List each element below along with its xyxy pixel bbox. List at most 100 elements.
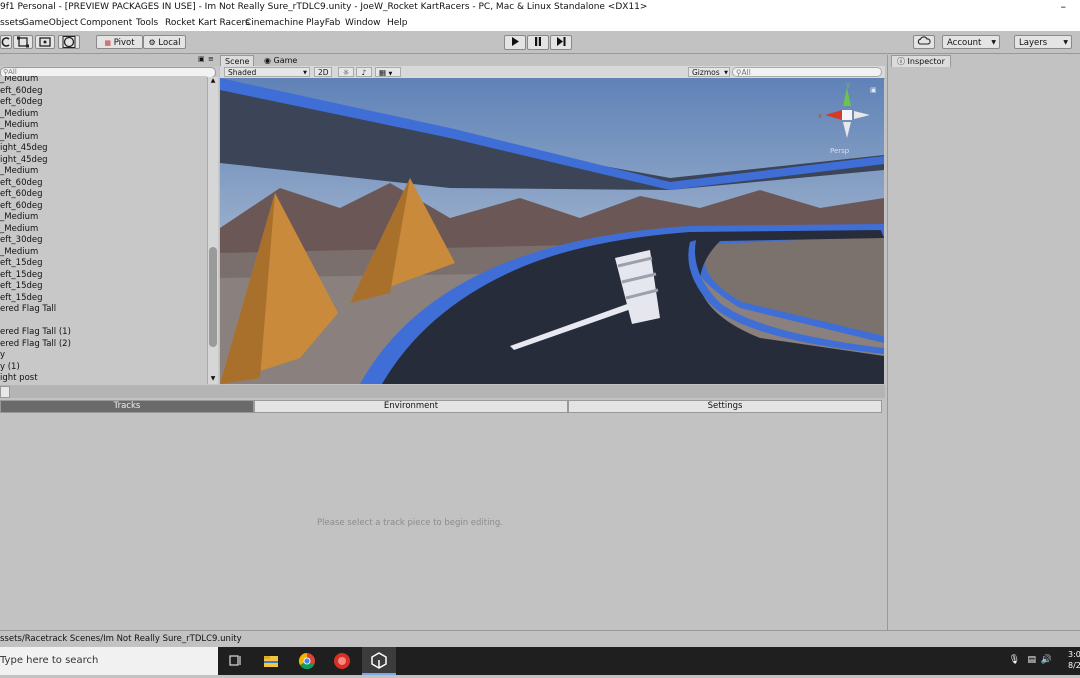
hierarchy-item[interactable]: _Medium	[0, 132, 38, 144]
hierarchy-item[interactable]: eft_60deg	[0, 201, 43, 213]
scale-tool-icon[interactable]	[13, 35, 33, 49]
hierarchy-item[interactable]: _Medium	[0, 247, 38, 259]
svg-text:x: x	[818, 112, 822, 120]
lighting-icon[interactable]: ☼	[338, 67, 354, 77]
microphone-icon[interactable]: 🎙	[1009, 655, 1020, 665]
menu-assets[interactable]: ssets	[0, 18, 23, 28]
hierarchy-panel: ▣ ≡ ⚲All _Medium eft_60deg eft_60deg _Mediu…	[0, 55, 219, 385]
hierarchy-item[interactable]: ight_45deg	[0, 155, 48, 167]
menu-cinemachine[interactable]: Cinemachine	[245, 18, 304, 28]
local-icon: ⚙	[148, 38, 156, 47]
pivot-icon: ▦	[104, 39, 112, 47]
hierarchy-item[interactable]: y	[0, 350, 5, 362]
hierarchy-item[interactable]: _Medium	[0, 76, 38, 86]
game-icon: ◉	[264, 56, 271, 65]
gizmos-dropdown[interactable]: Gizmos ▼	[688, 67, 730, 77]
shading-dropdown[interactable]: Shaded ▼	[224, 67, 310, 77]
effects-dropdown[interactable]: ▦ ▼	[375, 67, 401, 77]
panel-splitter[interactable]	[0, 385, 885, 398]
inspector-panel: ⓘ Inspector	[887, 55, 1080, 630]
window-title: 9f1 Personal - [PREVIEW PACKAGES IN USE]…	[0, 2, 648, 12]
gizmo-lock-icon[interactable]: ▣	[870, 86, 877, 94]
hierarchy-list: _Medium eft_60deg eft_60deg _Medium _Medium _…	[0, 76, 207, 384]
shading-label: Shaded	[228, 68, 257, 77]
clock-date[interactable]: 8/2	[1068, 661, 1080, 670]
network-icon[interactable]: ▤	[1027, 655, 1036, 665]
hierarchy-item[interactable]: ight_45deg	[0, 143, 48, 155]
tab-environment[interactable]: Environment	[254, 400, 568, 413]
hierarchy-item[interactable]: ered Flag Tall	[0, 304, 56, 316]
scroll-down-icon[interactable]: ▼	[208, 375, 218, 384]
pivot-toggle[interactable]: ▦ Pivot	[96, 35, 143, 49]
menu-window[interactable]: Window	[345, 18, 381, 28]
hierarchy-item[interactable]: ight post	[0, 373, 38, 384]
layers-dropdown[interactable]: Layers ▼	[1014, 35, 1072, 49]
chevron-down-icon: ▼	[724, 70, 728, 76]
scrollbar-thumb[interactable]	[209, 247, 217, 347]
tab-tracks[interactable]: Tracks	[0, 400, 254, 413]
hierarchy-item[interactable]: eft_60deg	[0, 97, 43, 109]
chevron-down-icon: ▼	[1063, 39, 1068, 46]
chrome-icon[interactable]	[290, 647, 324, 675]
hierarchy-item[interactable]: _Medium	[0, 109, 38, 121]
hierarchy-item[interactable]: eft_60deg	[0, 189, 43, 201]
scroll-up-icon[interactable]: ▲	[208, 77, 218, 86]
scene-render: x y ▣	[220, 78, 884, 384]
hierarchy-item[interactable]: _Medium	[0, 120, 38, 132]
hierarchy-scrollbar[interactable]: ▲ ▼	[207, 77, 218, 384]
hierarchy-item[interactable]: eft_30deg	[0, 235, 43, 247]
tab-inspector[interactable]: ⓘ Inspector	[891, 55, 951, 67]
browser-icon[interactable]	[326, 647, 360, 675]
tab-settings[interactable]: Settings	[568, 400, 882, 413]
empty-state-message: Please select a track piece to begin edi…	[317, 518, 503, 528]
task-view-icon[interactable]	[218, 647, 252, 675]
hierarchy-item[interactable]: _Medium	[0, 212, 38, 224]
minimize-button[interactable]: –	[1061, 0, 1067, 13]
local-toggle[interactable]: ⚙ Local	[143, 35, 186, 49]
rotate-tool-icon[interactable]	[0, 35, 12, 49]
hierarchy-item[interactable]: y (1)	[0, 362, 20, 374]
hierarchy-item[interactable]: ered Flag Tall (2)	[0, 339, 71, 351]
unity-icon[interactable]	[362, 647, 396, 675]
toggle-2d-button[interactable]: 2D	[314, 67, 332, 77]
menu-rocket-kart-racers[interactable]: Rocket Kart Racers	[165, 18, 250, 28]
menu-help[interactable]: Help	[387, 18, 408, 28]
chevron-down-icon: ▼	[303, 70, 307, 76]
menu-gameobject[interactable]: GameObject	[22, 18, 78, 28]
account-dropdown[interactable]: Account ▼	[942, 35, 1000, 49]
hierarchy-item[interactable]: eft_60deg	[0, 86, 43, 98]
hierarchy-item[interactable]: eft_15deg	[0, 258, 43, 270]
cloud-icon[interactable]	[913, 35, 935, 49]
taskbar: Type here to search 🎙 ▤ 🔊 3:0 8/2	[0, 647, 1080, 675]
panel-menu-icon[interactable]: ≡	[208, 55, 214, 63]
projection-label[interactable]: Persp	[830, 147, 849, 155]
menu-tools[interactable]: Tools	[136, 18, 158, 28]
volume-icon[interactable]: 🔊	[1041, 655, 1052, 665]
hierarchy-item[interactable]: _Medium	[0, 166, 38, 178]
tab-game[interactable]: ◉ Game	[260, 55, 301, 66]
transform-tool-icon[interactable]	[58, 35, 80, 49]
hierarchy-item[interactable]: ered Flag Tall (1)	[0, 327, 71, 339]
hierarchy-item[interactable]: eft_15deg	[0, 281, 43, 293]
hierarchy-item[interactable]: eft_60deg	[0, 178, 43, 190]
audio-icon[interactable]: ♪	[356, 67, 372, 77]
play-button[interactable]	[504, 35, 526, 50]
taskbar-search[interactable]: Type here to search	[0, 647, 218, 675]
scene-search-input[interactable]: ⚲All	[732, 67, 882, 77]
step-button[interactable]	[550, 35, 572, 50]
menu-playfab[interactable]: PlayFab	[306, 18, 340, 28]
rect-tool-icon[interactable]	[35, 35, 55, 49]
scene-viewport[interactable]: x y ▣ Persp	[220, 78, 884, 384]
pause-button[interactable]	[527, 35, 549, 50]
tab-game-label: Game	[273, 56, 298, 65]
scene-search-placeholder: All	[741, 68, 751, 77]
menu-component[interactable]: Component	[80, 18, 132, 28]
lock-icon[interactable]: ▣	[198, 55, 205, 63]
hierarchy-item[interactable]: eft_15deg	[0, 293, 43, 305]
hierarchy-item[interactable]: _Medium	[0, 224, 38, 236]
file-explorer-icon[interactable]	[254, 647, 288, 675]
clock-time[interactable]: 3:0	[1068, 650, 1080, 659]
panel-tab-stub[interactable]	[0, 386, 10, 398]
track-editor-body: Please select a track piece to begin edi…	[0, 414, 885, 629]
hierarchy-item[interactable]: eft_15deg	[0, 270, 43, 282]
